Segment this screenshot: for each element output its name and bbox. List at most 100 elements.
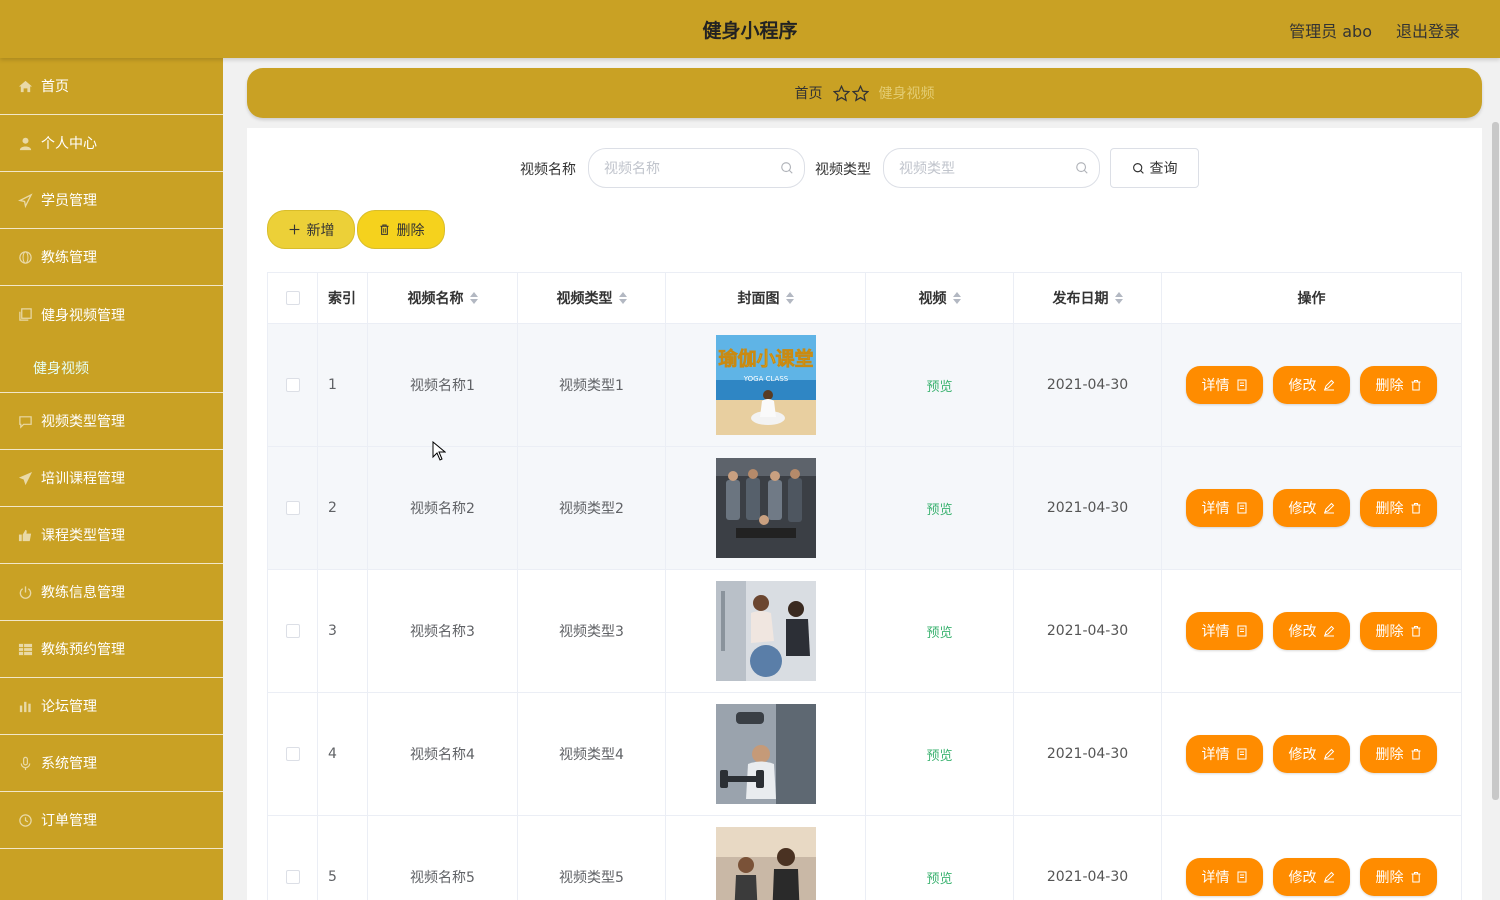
search-icon xyxy=(1132,162,1144,174)
delete-button[interactable]: 删除 xyxy=(1360,858,1437,896)
row-checkbox[interactable] xyxy=(285,870,300,884)
preview-link[interactable]: 预览 xyxy=(926,745,952,764)
ops-cell: 详情 修改 删除 xyxy=(1162,324,1461,446)
cover-image-yoga[interactable]: 瑜伽小课堂 YOGA CLASS xyxy=(715,335,816,435)
edit-button[interactable]: 修改 xyxy=(1273,735,1350,773)
edit-button[interactable]: 修改 xyxy=(1273,366,1350,404)
index-cell: 4 xyxy=(318,693,368,815)
sort-icon[interactable] xyxy=(469,292,478,304)
cover-cell xyxy=(666,570,866,692)
query-button[interactable]: 查询 xyxy=(1110,148,1199,188)
logout-link[interactable]: 退出登录 xyxy=(1396,18,1460,42)
video-name-input[interactable]: 视频名称 xyxy=(588,148,805,188)
sidebar-item-system[interactable]: 系统管理 xyxy=(0,735,223,792)
video-type-label: 视频类型 xyxy=(815,162,871,178)
sort-icon[interactable] xyxy=(1114,292,1123,304)
edit-button[interactable]: 修改 xyxy=(1273,858,1350,896)
sidebar-item-coach-booking[interactable]: 教练预约管理 xyxy=(0,621,223,678)
trash-icon xyxy=(1411,749,1420,760)
globe-icon xyxy=(17,249,33,265)
date-value: 2021-04-30 xyxy=(1046,377,1129,393)
header-cover[interactable]: 封面图 xyxy=(666,273,866,323)
index-cell: 2 xyxy=(318,447,368,569)
row-checkbox[interactable] xyxy=(285,501,300,515)
sidebar-item-courses[interactable]: 培训课程管理 xyxy=(0,450,223,507)
edit-button-label: 修改 xyxy=(1288,501,1317,517)
header-ops: 操作 xyxy=(1162,273,1461,323)
name-cell: 视频名称1 xyxy=(368,324,518,446)
sidebar-subitem-fitness-video[interactable]: 健身视频 xyxy=(0,343,223,393)
edit-button[interactable]: 修改 xyxy=(1273,612,1350,650)
preview-link[interactable]: 预览 xyxy=(926,868,952,887)
sidebar-item-label: 论坛管理 xyxy=(41,699,97,715)
sidebar-item-home[interactable]: 首页 xyxy=(0,58,223,115)
date-cell: 2021-04-30 xyxy=(1014,816,1162,900)
select-all-checkbox[interactable] xyxy=(285,291,300,305)
row-checkbox[interactable] xyxy=(285,747,300,761)
sidebar-item-coach-info[interactable]: 教练信息管理 xyxy=(0,564,223,621)
detail-button[interactable]: 详情 xyxy=(1186,612,1263,650)
sidebar-item-label: 学员管理 xyxy=(41,193,97,209)
thumbs-up-icon xyxy=(17,527,33,543)
mouse-cursor-icon xyxy=(432,441,446,461)
detail-button[interactable]: 详情 xyxy=(1186,489,1263,527)
header-checkbox-cell xyxy=(268,273,318,323)
sidebar-item-coaches[interactable]: 教练管理 xyxy=(0,229,223,286)
breadcrumb: 首页 健身视频 xyxy=(247,68,1482,118)
date-cell: 2021-04-30 xyxy=(1014,693,1162,815)
detail-button[interactable]: 详情 xyxy=(1186,735,1263,773)
cover-image-treadmill[interactable] xyxy=(715,827,816,900)
sort-icon[interactable] xyxy=(785,292,794,304)
breadcrumb-home[interactable]: 首页 xyxy=(795,83,823,103)
delete-button-label: 删除 xyxy=(1375,747,1404,763)
document-icon xyxy=(1237,502,1246,514)
sidebar-item-video-types[interactable]: 视频类型管理 xyxy=(0,393,223,450)
preview-link[interactable]: 预览 xyxy=(926,499,952,518)
row-checkbox[interactable] xyxy=(285,624,300,638)
sidebar-item-orders[interactable]: 订单管理 xyxy=(0,792,223,849)
cover-image-trainer[interactable] xyxy=(715,581,816,681)
preview-link[interactable]: 预览 xyxy=(926,376,952,395)
ops-cell: 详情 修改 删除 xyxy=(1162,693,1461,815)
breadcrumb-current: 健身视频 xyxy=(878,86,935,102)
sort-icon[interactable] xyxy=(952,292,961,304)
date-cell: 2021-04-30 xyxy=(1014,447,1162,569)
video-cell: 预览 xyxy=(866,816,1014,900)
row-checkbox-cell xyxy=(268,447,318,569)
delete-button[interactable]: 删除 xyxy=(1360,612,1437,650)
delete-button-label: 删除 xyxy=(1375,870,1404,886)
delete-button-label: 删除 xyxy=(1375,624,1404,640)
edit-button[interactable]: 修改 xyxy=(1273,489,1350,527)
sort-icon[interactable] xyxy=(618,292,627,304)
header-name[interactable]: 视频名称 xyxy=(368,273,518,323)
delete-button[interactable]: 删除 xyxy=(1360,366,1437,404)
video-type-input[interactable]: 视频类型 xyxy=(883,148,1100,188)
name-cell: 视频名称4 xyxy=(368,693,518,815)
delete-button[interactable]: 删除 xyxy=(1360,735,1437,773)
type-cell: 视频类型5 xyxy=(518,816,666,900)
detail-button[interactable]: 详情 xyxy=(1186,858,1263,896)
detail-button-label: 详情 xyxy=(1201,624,1230,640)
sidebar-item-personal-center[interactable]: 个人中心 xyxy=(0,115,223,172)
delete-button[interactable]: 删除 xyxy=(1360,489,1437,527)
vertical-scrollbar[interactable] xyxy=(1492,122,1499,800)
sidebar-item-forum[interactable]: 论坛管理 xyxy=(0,678,223,735)
row-checkbox[interactable] xyxy=(285,378,300,392)
detail-button-label: 详情 xyxy=(1201,870,1230,886)
cover-image-dumbbells[interactable] xyxy=(715,704,816,804)
sidebar-item-label: 视频类型管理 xyxy=(41,414,125,430)
header-video[interactable]: 视频 xyxy=(866,273,1014,323)
preview-link[interactable]: 预览 xyxy=(926,622,952,641)
header-date[interactable]: 发布日期 xyxy=(1014,273,1162,323)
detail-button[interactable]: 详情 xyxy=(1186,366,1263,404)
add-button[interactable]: 新增 xyxy=(267,210,355,249)
sidebar-item-label: 教练信息管理 xyxy=(41,585,125,601)
batch-delete-button[interactable]: 删除 xyxy=(357,210,445,249)
header-date-label: 发布日期 xyxy=(1052,291,1109,307)
header-type[interactable]: 视频类型 xyxy=(518,273,666,323)
sidebar-item-fitness-videos[interactable]: 健身视频管理 xyxy=(0,286,223,343)
sidebar-item-course-types[interactable]: 课程类型管理 xyxy=(0,507,223,564)
mic-icon xyxy=(17,755,33,771)
cover-image-gym-group[interactable] xyxy=(715,458,816,558)
sidebar-item-students[interactable]: 学员管理 xyxy=(0,172,223,229)
